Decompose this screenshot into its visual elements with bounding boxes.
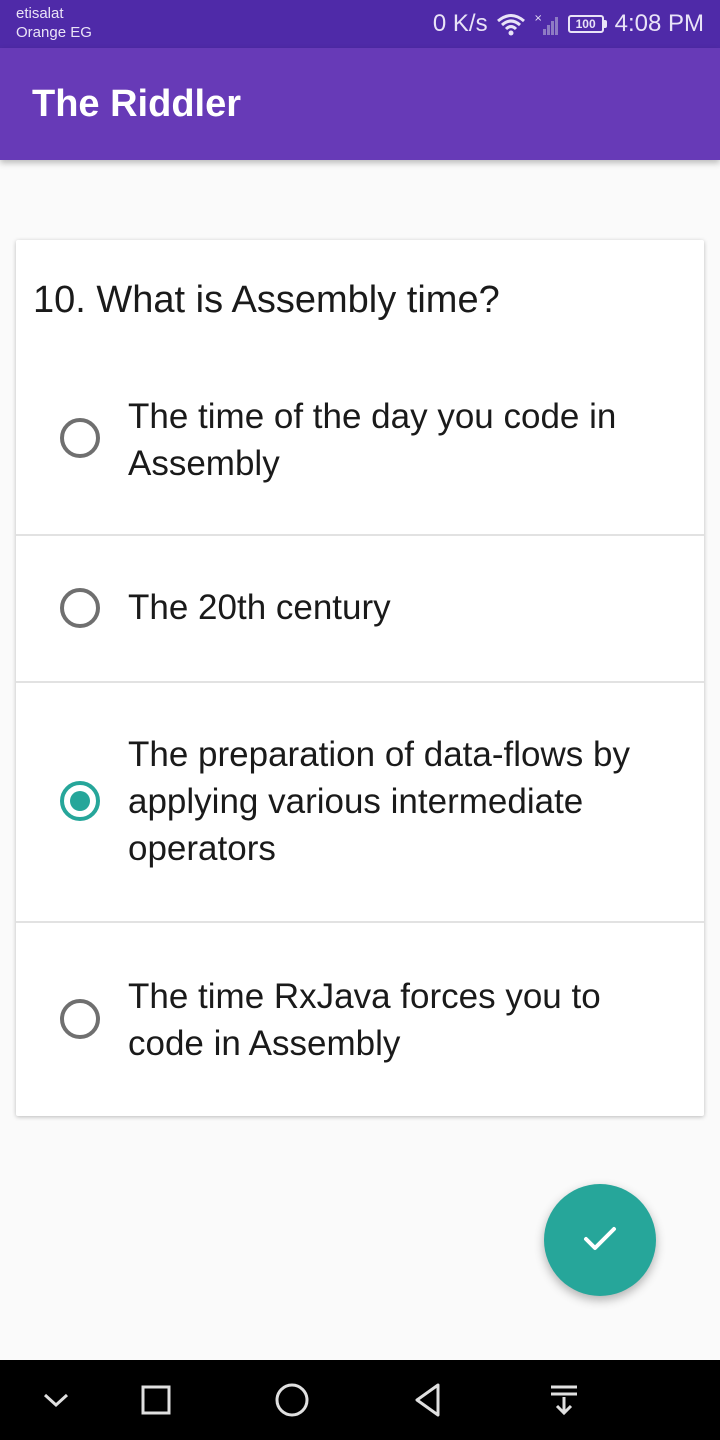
check-icon: [580, 1218, 620, 1263]
answer-option-label: The 20th century: [128, 588, 391, 627]
answer-option-1[interactable]: The time of the day you code in Assembly: [16, 370, 704, 534]
answer-option-label: The time of the day you code in Assembly: [128, 397, 617, 483]
wifi-icon: [496, 12, 526, 36]
answer-option-3[interactable]: The preparation of data-flows by applyin…: [16, 683, 704, 921]
app-title: The Riddler: [32, 83, 242, 125]
answer-option-label: The preparation of data-flows by applyin…: [128, 735, 630, 868]
signal-icon: ×: [534, 12, 560, 36]
back-button[interactable]: [408, 1380, 448, 1420]
triangle-back-icon: [415, 1383, 440, 1417]
question-text: 10. What is Assembly time?: [33, 279, 500, 321]
question-card: 10. What is Assembly time? The time of t…: [16, 240, 704, 1116]
carrier-info: etisalat Orange EG: [16, 4, 92, 42]
carrier-name: etisalat: [16, 5, 64, 22]
battery-icon: 100: [567, 15, 607, 33]
net-speed: 0 K/s: [432, 10, 488, 37]
chevron-down-icon[interactable]: [36, 1380, 76, 1420]
system-nav-bar: [0, 1360, 720, 1440]
svg-text:×: ×: [534, 13, 542, 24]
status-bar: etisalat Orange EG 0 K/s × 100 4:08 PM: [0, 0, 720, 48]
submit-answer-button[interactable]: [544, 1184, 656, 1296]
radio-button[interactable]: [60, 418, 100, 458]
answer-option-4[interactable]: The time RxJava forces you to code in As…: [16, 923, 704, 1116]
clock: 4:08 PM: [614, 10, 704, 37]
notification-pull-button[interactable]: [544, 1380, 584, 1420]
circle-icon: [275, 1383, 309, 1417]
status-indicators: 0 K/s × 100 4:08 PM: [433, 8, 704, 40]
home-button[interactable]: [272, 1380, 312, 1420]
radio-button[interactable]: [60, 588, 100, 628]
radio-button-checked[interactable]: [60, 781, 100, 821]
notification-pull-icon: [551, 1385, 577, 1416]
battery-level: 100: [567, 15, 604, 33]
square-icon: [141, 1385, 171, 1415]
carrier-network: Orange EG: [16, 24, 92, 41]
app-bar: The Riddler: [0, 48, 720, 160]
radio-button[interactable]: [60, 999, 100, 1039]
answer-option-2[interactable]: The 20th century: [16, 536, 704, 681]
answer-option-label: The time RxJava forces you to code in As…: [128, 977, 601, 1063]
recent-apps-button[interactable]: [136, 1380, 176, 1420]
